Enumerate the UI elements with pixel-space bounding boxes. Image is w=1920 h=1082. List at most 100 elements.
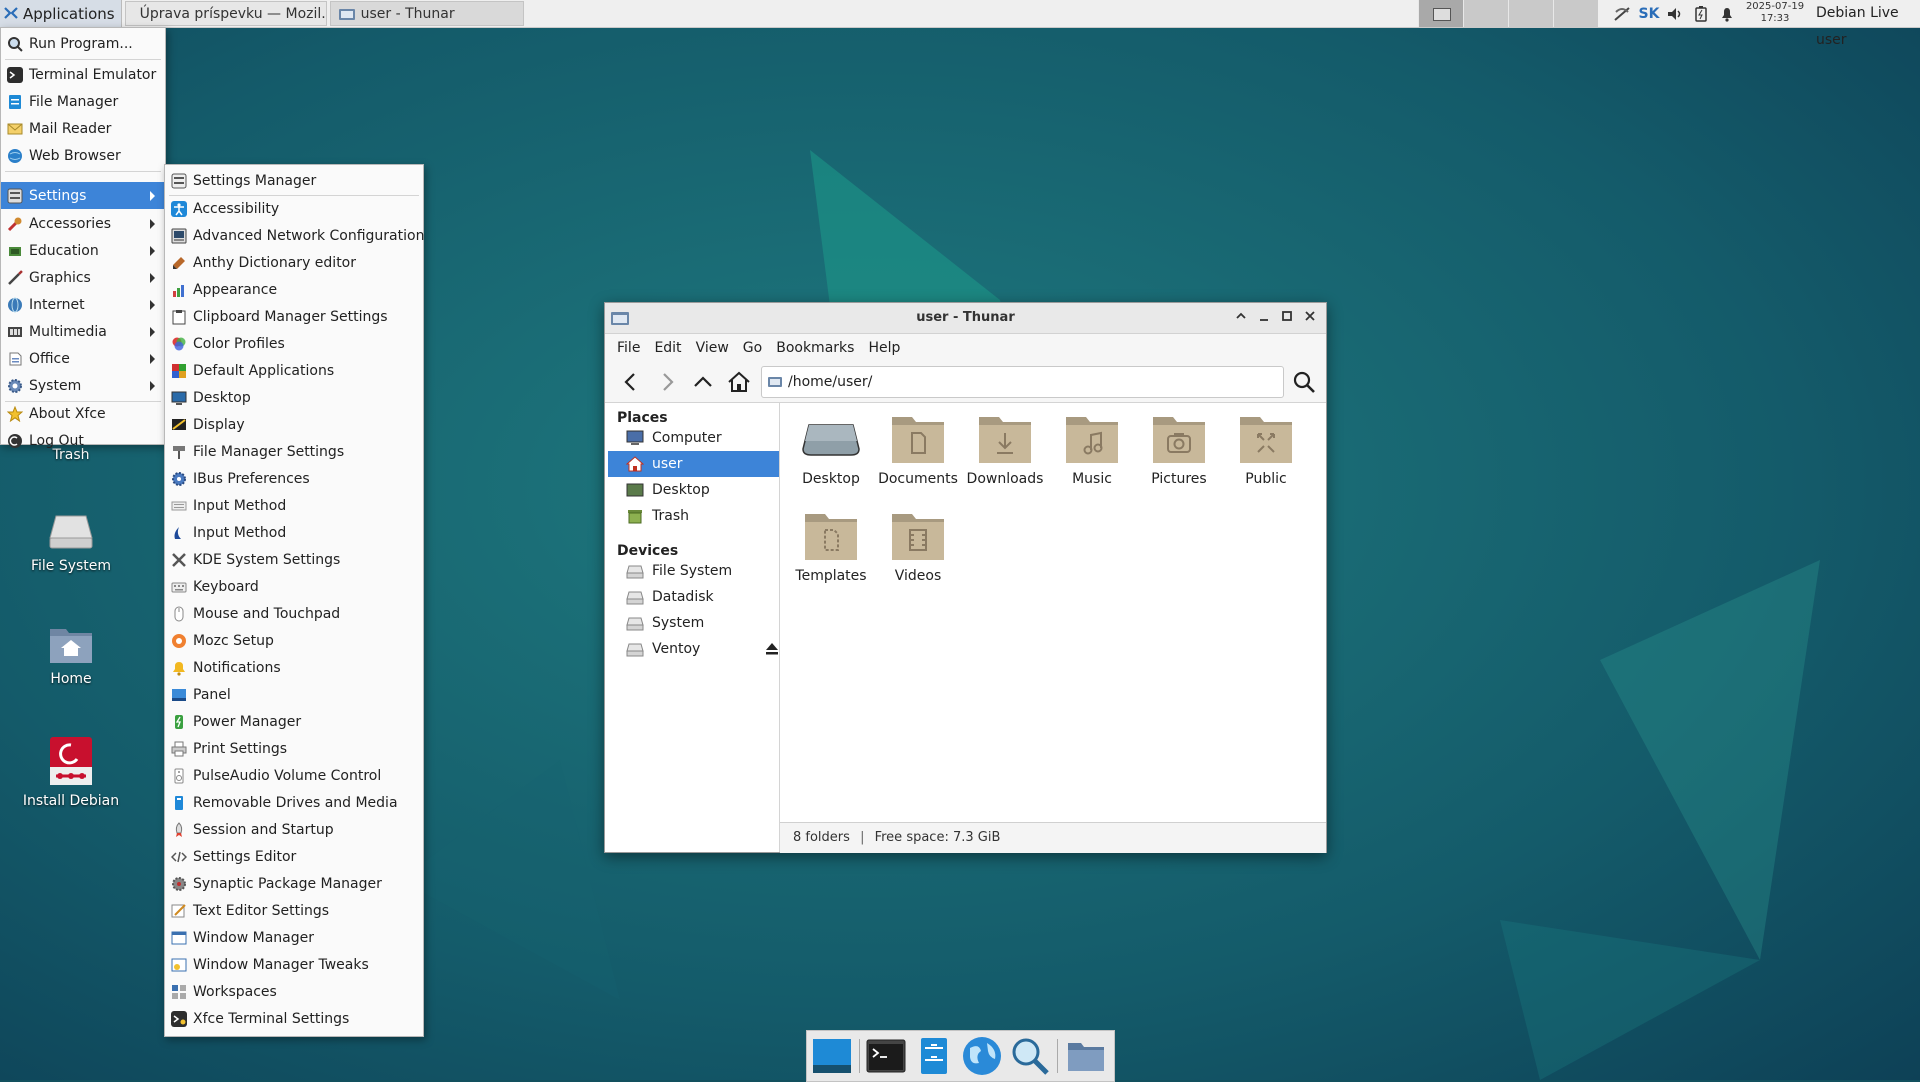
search-button[interactable] — [1290, 368, 1318, 396]
taskbar-item-thunar[interactable]: user - Thunar — [329, 1, 524, 26]
menu-item-color-profiles[interactable]: Color Profiles — [165, 330, 423, 357]
menu-item-system[interactable]: System — [1, 372, 165, 399]
menu-item-file-manager-settings[interactable]: File Manager Settings — [165, 438, 423, 465]
network-icon[interactable] — [1610, 0, 1634, 27]
dock-web-browser[interactable] — [961, 1035, 1003, 1077]
location-bar[interactable]: /home/user/ — [761, 366, 1284, 398]
menu-item-keyboard[interactable]: Keyboard — [165, 573, 423, 600]
menu-item-file-manager[interactable]: File Manager — [1, 88, 165, 115]
menu-item-mouse-and-touchpad[interactable]: Mouse and Touchpad — [165, 600, 423, 627]
menu-item-input-method[interactable]: Input Method — [165, 492, 423, 519]
menu-item-log-out[interactable]: Log Out — [1, 427, 165, 454]
menu-item-window-manager-tweaks[interactable]: Window Manager Tweaks — [165, 951, 423, 978]
folder-documents[interactable]: Documents — [874, 411, 962, 487]
menu-item-input-method-2[interactable]: Input Method — [165, 519, 423, 546]
device-datadisk[interactable]: Datadisk — [608, 584, 779, 610]
menu-item-session-and-startup[interactable]: Session and Startup — [165, 816, 423, 843]
folder-templates[interactable]: Templates — [787, 508, 875, 584]
menu-item-accessories[interactable]: Accessories — [1, 210, 165, 237]
workspace-4[interactable] — [1553, 0, 1598, 27]
menu-item-xfce-terminal-settings[interactable]: Xfce Terminal Settings — [165, 1005, 423, 1032]
menu-item-advanced-network-configuration[interactable]: Advanced Network Configuration — [165, 222, 424, 249]
minimize-button[interactable] — [1256, 310, 1272, 326]
menu-item-mail-reader[interactable]: Mail Reader — [1, 115, 165, 142]
menu-item-window-manager[interactable]: Window Manager — [165, 924, 423, 951]
workspace-1[interactable] — [1418, 0, 1463, 27]
menu-item-text-editor-settings[interactable]: Text Editor Settings — [165, 897, 423, 924]
folder-pictures[interactable]: Pictures — [1135, 411, 1223, 487]
menu-item-pulseaudio-volume-control[interactable]: PulseAudio Volume Control — [165, 762, 423, 789]
dock-app-finder[interactable] — [1009, 1035, 1051, 1077]
menu-item-desktop[interactable]: Desktop — [165, 384, 423, 411]
menu-item-mozc-setup[interactable]: Mozc Setup — [165, 627, 423, 654]
place-user[interactable]: user — [608, 451, 779, 477]
forward-button[interactable] — [653, 368, 681, 396]
menu-item-display[interactable]: Display — [165, 411, 423, 438]
dock-file-manager[interactable] — [913, 1035, 955, 1077]
menu-item-kde-system-settings[interactable]: KDE System Settings — [165, 546, 423, 573]
desktop-icon-install-debian[interactable]: Install Debian — [11, 735, 131, 809]
workspace-3[interactable] — [1508, 0, 1553, 27]
battery-icon[interactable] — [1690, 0, 1712, 27]
menu-edit[interactable]: Edit — [654, 340, 681, 356]
folder-downloads[interactable]: Downloads — [961, 411, 1049, 487]
place-desktop[interactable]: Desktop — [608, 477, 779, 503]
menu-item-internet[interactable]: Internet — [1, 291, 165, 318]
menu-item-clipboard-manager-settings[interactable]: Clipboard Manager Settings — [165, 303, 423, 330]
menu-item-run-program[interactable]: Run Program... — [1, 30, 165, 57]
parent-folder-button[interactable] — [689, 368, 717, 396]
menu-item-accessibility[interactable]: Accessibility — [165, 195, 423, 222]
place-trash[interactable]: Trash — [608, 503, 779, 529]
dock-terminal[interactable] — [865, 1035, 907, 1077]
menu-item-multimedia[interactable]: Multimedia — [1, 318, 165, 345]
panel-clock[interactable]: 2025-07-19 17:33 — [1740, 1, 1810, 25]
menu-item-settings[interactable]: Settings — [1, 182, 165, 209]
menu-view[interactable]: View — [696, 340, 729, 356]
menu-item-synaptic-package-manager[interactable]: Synaptic Package Manager — [165, 870, 423, 897]
dock-show-desktop[interactable] — [811, 1035, 853, 1077]
menu-help[interactable]: Help — [868, 340, 900, 356]
menu-item-appearance[interactable]: Appearance — [165, 276, 423, 303]
folder-public[interactable]: Public — [1222, 411, 1310, 487]
menu-item-workspaces[interactable]: Workspaces — [165, 978, 423, 1005]
panel-user-name[interactable]: Debian Live user — [1816, 0, 1920, 48]
dock-home-folder[interactable] — [1065, 1035, 1107, 1077]
menu-go[interactable]: Go — [743, 340, 762, 356]
menu-item-office[interactable]: Office — [1, 345, 165, 372]
menu-item-default-applications[interactable]: Default Applications — [165, 357, 423, 384]
menu-item-web-browser[interactable]: Web Browser — [1, 142, 165, 169]
menu-item-anthy-dictionary-editor[interactable]: Anthy Dictionary editor — [165, 249, 423, 276]
menu-file[interactable]: File — [617, 340, 640, 356]
eject-icon[interactable] — [765, 642, 779, 656]
menu-item-power-manager[interactable]: Power Manager — [165, 708, 423, 735]
taskbar-item-firefox[interactable]: Úprava príspevku — Mozil... — [124, 1, 327, 26]
menu-item-terminal-emulator[interactable]: Terminal Emulator — [1, 61, 165, 88]
menu-item-notifications[interactable]: Notifications — [165, 654, 423, 681]
menu-item-settings-manager[interactable]: Settings Manager — [165, 167, 423, 194]
home-button[interactable] — [725, 368, 753, 396]
menu-item-removable-drives-and-media[interactable]: Removable Drives and Media — [165, 789, 423, 816]
menu-item-print-settings[interactable]: Print Settings — [165, 735, 423, 762]
menu-bookmarks[interactable]: Bookmarks — [776, 340, 854, 356]
device-ventoy[interactable]: Ventoy — [608, 636, 779, 662]
bell-icon[interactable] — [1716, 0, 1738, 27]
menu-item-ibus-preferences[interactable]: IBus Preferences — [165, 465, 423, 492]
device-system[interactable]: System — [608, 610, 779, 636]
menu-item-settings-editor[interactable]: Settings Editor — [165, 843, 423, 870]
menu-item-about-xfce[interactable]: About Xfce — [1, 400, 165, 427]
folder-desktop[interactable]: Desktop — [787, 411, 875, 487]
menu-item-graphics[interactable]: Graphics — [1, 264, 165, 291]
menu-item-education[interactable]: Education — [1, 237, 165, 264]
place-computer[interactable]: Computer — [608, 425, 779, 451]
shade-button[interactable] — [1233, 310, 1249, 326]
keyboard-layout-indicator[interactable]: SK — [1637, 0, 1661, 27]
device-file-system[interactable]: File System — [608, 558, 779, 584]
menu-item-panel[interactable]: Panel — [165, 681, 423, 708]
desktop-icon-home[interactable]: Home — [11, 623, 131, 687]
applications-menu-button[interactable]: Applications — [0, 0, 122, 27]
window-titlebar[interactable]: user - Thunar — [605, 303, 1326, 334]
volume-icon[interactable] — [1664, 0, 1686, 27]
workspace-2[interactable] — [1463, 0, 1508, 27]
close-button[interactable] — [1302, 310, 1318, 326]
desktop-icon-file-system[interactable]: File System — [11, 510, 131, 574]
